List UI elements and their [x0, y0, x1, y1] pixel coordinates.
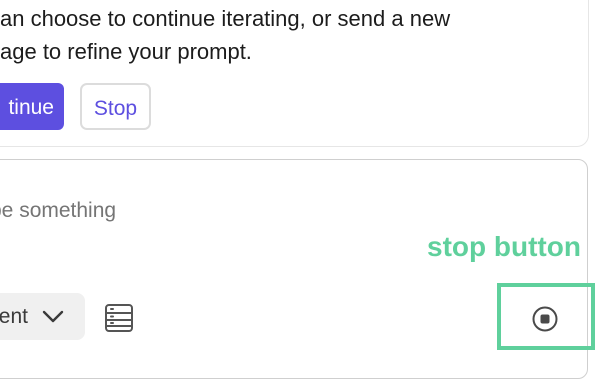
- annotation-highlight-box: [497, 283, 595, 350]
- chevron-down-icon: [41, 305, 65, 329]
- continue-button[interactable]: tinue: [0, 83, 64, 130]
- annotation-label: stop button: [427, 231, 581, 262]
- assistant-message-text: can choose to continue iterating, or sen…: [0, 6, 451, 64]
- mode-dropdown-label: ent: [0, 305, 28, 328]
- table-icon[interactable]: [103, 302, 135, 334]
- prompt-input[interactable]: [0, 195, 392, 227]
- stop-button[interactable]: Stop: [80, 83, 151, 130]
